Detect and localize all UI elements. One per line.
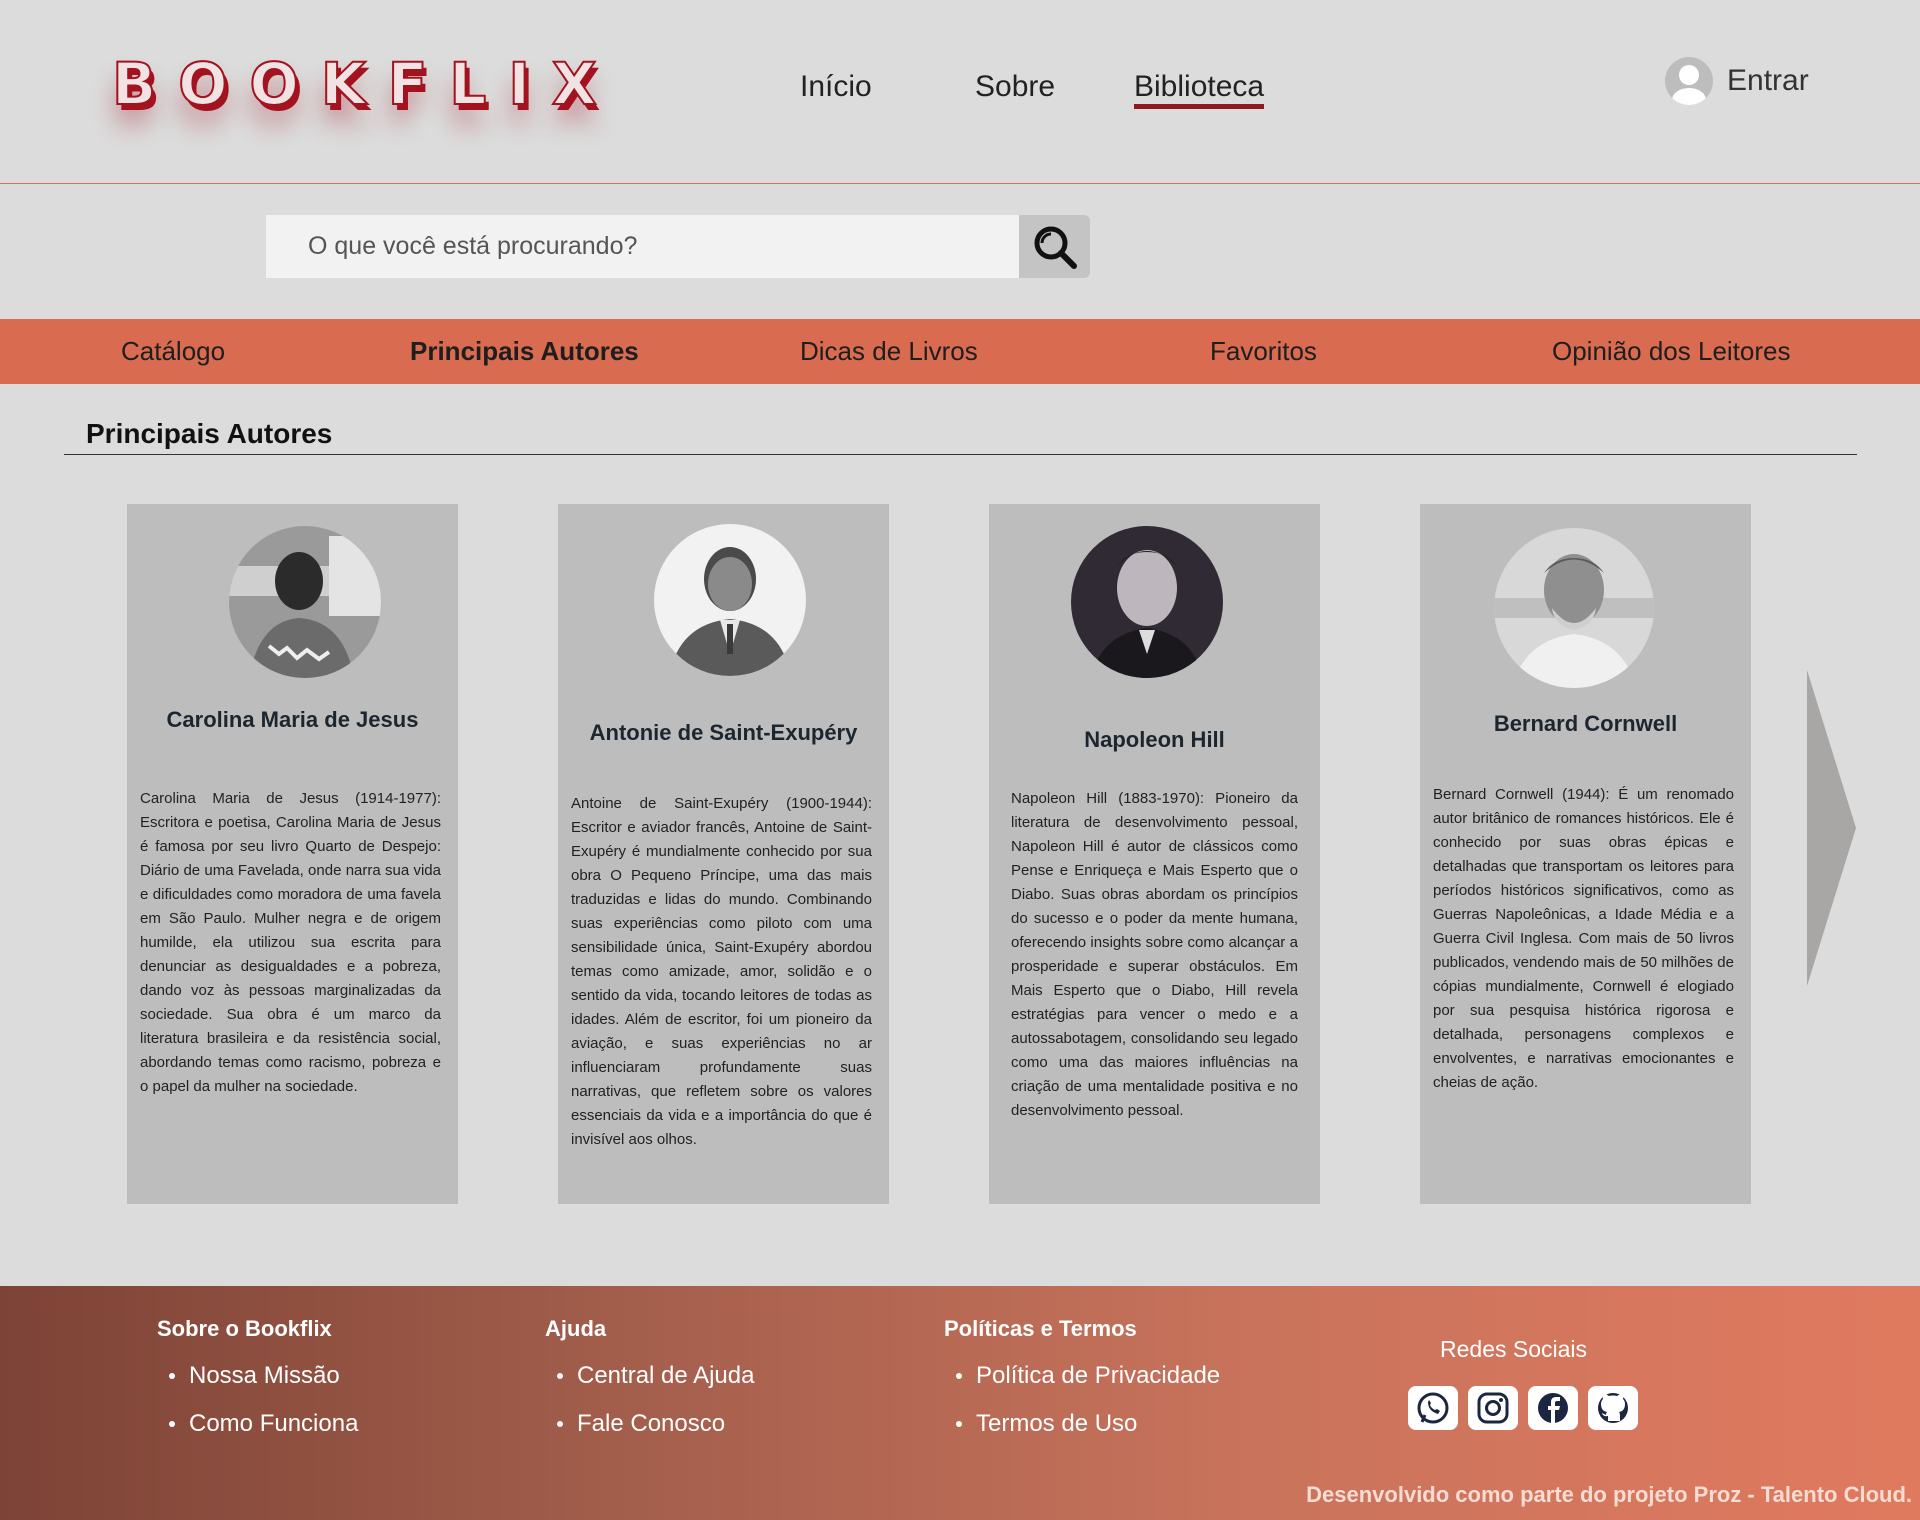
footer-column-politicas: Políticas e Termos Política de Privacida…: [944, 1316, 1220, 1458]
author-bio: Carolina Maria de Jesus (1914-1977): Esc…: [140, 790, 441, 1095]
author-card[interactable]: Napoleon Hill Napoleon Hill (1883-1970):…: [989, 504, 1320, 1204]
author-name: Napoleon Hill: [1084, 727, 1225, 752]
github-link[interactable]: [1588, 1386, 1638, 1430]
category-opiniao-dos-leitores[interactable]: Opinião dos Leitores: [1552, 336, 1790, 367]
bullet-icon: [557, 1421, 563, 1427]
login-label: Entrar: [1727, 64, 1809, 97]
instagram-icon: [1477, 1392, 1509, 1424]
category-principais-autores[interactable]: Principais Autores: [410, 336, 639, 367]
bullet-icon: [956, 1373, 962, 1379]
social-links: [1408, 1386, 1638, 1430]
github-icon: [1598, 1393, 1628, 1423]
author-photo: [1494, 528, 1654, 688]
category-favoritos[interactable]: Favoritos: [1210, 336, 1317, 367]
nav-sobre[interactable]: Sobre: [975, 70, 1055, 104]
footer-link-label: Fale Conosco: [577, 1410, 726, 1437]
category-dicas-de-livros[interactable]: Dicas de Livros: [800, 336, 978, 367]
footer-link-central-de-ajuda[interactable]: Central de Ajuda: [557, 1362, 754, 1390]
user-avatar-icon: [1665, 57, 1713, 105]
footer-column-title: Sobre o Bookflix: [157, 1316, 332, 1341]
footer-link-label: Como Funciona: [189, 1410, 359, 1437]
footer-link-politica-de-privacidade[interactable]: Política de Privacidade: [956, 1362, 1220, 1390]
section-title: Principais Autores: [86, 418, 333, 449]
facebook-link[interactable]: [1528, 1386, 1578, 1430]
author-card[interactable]: Bernard Cornwell Bernard Cornwell (1944)…: [1420, 504, 1751, 1204]
facebook-icon: [1538, 1393, 1568, 1423]
author-bio: Antoine de Saint-Exupéry (1900-1944): Es…: [571, 795, 872, 1148]
footer-link-label: Termos de Uso: [976, 1410, 1138, 1437]
category-bar: Catálogo Principais Autores Dicas de Liv…: [0, 319, 1920, 384]
search-icon: [1034, 226, 1077, 269]
footer-column-title: Ajuda: [545, 1316, 607, 1341]
footer-link-nossa-missao[interactable]: Nossa Missão: [169, 1362, 358, 1390]
footer-link-label: Política de Privacidade: [976, 1362, 1221, 1389]
instagram-link[interactable]: [1468, 1386, 1518, 1430]
footer-link-fale-conosco[interactable]: Fale Conosco: [557, 1410, 754, 1438]
whatsapp-icon: [1417, 1392, 1449, 1424]
footer-link-como-funciona[interactable]: Como Funciona: [169, 1410, 358, 1438]
author-bio: Bernard Cornwell (1944): É um renomado a…: [1433, 786, 1734, 1091]
author-card[interactable]: Carolina Maria de Jesus Carolina Maria d…: [127, 504, 458, 1204]
carousel-next-arrow-icon[interactable]: [1807, 670, 1856, 986]
brand-logo[interactable]: BOOKFLIX: [111, 49, 619, 119]
bullet-icon: [956, 1421, 962, 1427]
footer-link-termos-de-uso[interactable]: Termos de Uso: [956, 1410, 1220, 1438]
bullet-icon: [169, 1421, 175, 1427]
social-title: Redes Sociais: [1440, 1336, 1588, 1362]
author-bio: Napoleon Hill (1883-1970): Pioneiro da l…: [1011, 790, 1298, 1119]
site-footer: Sobre o Bookflix Nossa Missão Como Funci…: [0, 1286, 1920, 1520]
footer-link-label: Central de Ajuda: [577, 1362, 755, 1389]
footer-link-label: Nossa Missão: [189, 1362, 340, 1389]
category-catalogo[interactable]: Catálogo: [121, 336, 225, 367]
nav-biblioteca[interactable]: Biblioteca: [1134, 70, 1265, 109]
footer-credit: Desenvolvido como parte do projeto Proz …: [1306, 1482, 1912, 1507]
bullet-icon: [169, 1373, 175, 1379]
search-button[interactable]: [1019, 215, 1090, 278]
section-divider: [64, 454, 1857, 455]
search-input[interactable]: [266, 215, 1019, 278]
whatsapp-link[interactable]: [1408, 1386, 1458, 1430]
author-name: Antonie de Saint-Exupéry: [589, 720, 858, 745]
author-photo: [654, 524, 806, 676]
footer-column-title: Políticas e Termos: [944, 1316, 1137, 1341]
author-name: Bernard Cornwell: [1493, 711, 1678, 736]
footer-column-sobre: Sobre o Bookflix Nossa Missão Como Funci…: [157, 1316, 358, 1458]
author-photo: [229, 526, 381, 678]
login-button[interactable]: Entrar: [1665, 57, 1809, 105]
search-bar: [266, 215, 1090, 278]
site-header: BOOKFLIX Início Sobre Biblioteca Entrar: [0, 0, 1920, 184]
footer-column-ajuda: Ajuda Central de Ajuda Fale Conosco: [545, 1316, 754, 1458]
nav-inicio[interactable]: Início: [800, 70, 872, 104]
author-card[interactable]: Antonie de Saint-Exupéry Antoine de Sain…: [558, 504, 889, 1204]
bullet-icon: [557, 1373, 563, 1379]
author-name: Carolina Maria de Jesus: [166, 707, 419, 732]
author-photo: [1071, 526, 1223, 678]
